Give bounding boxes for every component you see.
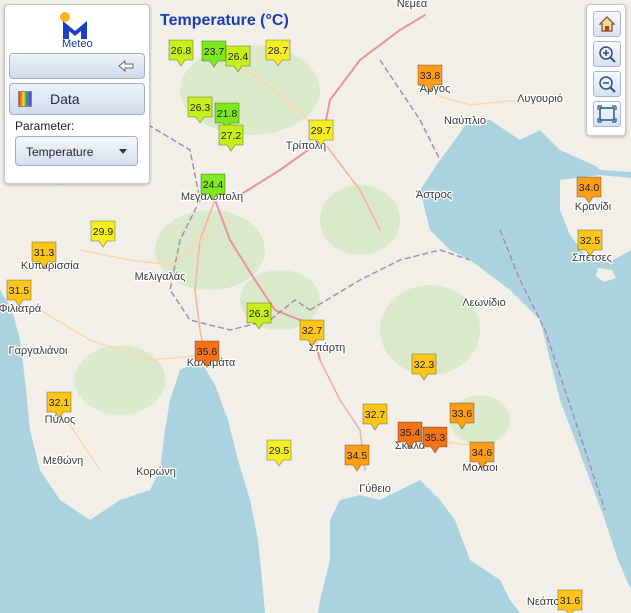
place-label: Κρανίδι bbox=[575, 201, 612, 213]
map-title: Temperature (°C) bbox=[160, 12, 289, 29]
collapse-panel-button[interactable] bbox=[9, 53, 145, 79]
station-value: 32.3 bbox=[414, 359, 435, 371]
place-label: Μεθώνη bbox=[43, 455, 83, 467]
chevron-down-icon bbox=[119, 149, 127, 154]
station-value: 31.3 bbox=[34, 247, 55, 259]
station-value: 34.6 bbox=[472, 447, 493, 459]
station-value: 34.5 bbox=[347, 450, 368, 462]
station-value: 33.8 bbox=[420, 70, 441, 82]
place-label: Ναύπλιο bbox=[444, 115, 486, 127]
station-value: 27.2 bbox=[221, 130, 242, 142]
station-value: 31.5 bbox=[9, 285, 30, 297]
station-value: 26.3 bbox=[249, 308, 270, 320]
logo-text: Meteo bbox=[62, 38, 93, 50]
station-value: 32.7 bbox=[365, 409, 386, 421]
station-value: 32.5 bbox=[580, 235, 601, 247]
arrow-left-icon bbox=[118, 60, 134, 72]
control-panel: Meteo Data Parameter: Temperature bbox=[4, 4, 150, 184]
home-button[interactable] bbox=[593, 11, 621, 37]
station-value: 32.7 bbox=[302, 325, 323, 337]
station-value: 24.4 bbox=[203, 179, 224, 191]
home-icon bbox=[598, 16, 616, 32]
station-value: 21.8 bbox=[217, 108, 238, 120]
station-value: 33.6 bbox=[452, 408, 473, 420]
station-value: 32.1 bbox=[49, 397, 70, 409]
station-value: 35.3 bbox=[425, 432, 446, 444]
place-label: Νεμέα bbox=[397, 0, 428, 10]
color-scale-icon bbox=[18, 91, 32, 107]
map-toolbar bbox=[586, 4, 626, 136]
station-marker[interactable]: 31.6 bbox=[557, 589, 583, 613]
place-label: Κορώνη bbox=[136, 466, 176, 478]
zoom-out-icon bbox=[599, 76, 616, 93]
station-value: 31.6 bbox=[560, 595, 581, 607]
parameter-select[interactable]: Temperature bbox=[15, 136, 138, 166]
place-label: Σπέτσες bbox=[572, 252, 612, 264]
place-label: Άστρος bbox=[416, 189, 452, 201]
station-value: 26.3 bbox=[190, 102, 211, 114]
place-label: Μελιγαλάς bbox=[135, 271, 186, 283]
station-value: 29.9 bbox=[93, 226, 114, 238]
station-value: 29.5 bbox=[269, 445, 290, 457]
station-value: 29.7 bbox=[311, 125, 332, 137]
zoom-in-icon bbox=[599, 46, 616, 63]
station-value: 28.7 bbox=[268, 45, 289, 57]
place-label: Γύθειο bbox=[359, 483, 391, 495]
place-label: Γαργαλιάνοι bbox=[9, 345, 68, 357]
place-label: Λεωνίδιο bbox=[462, 297, 505, 309]
station-value: 26.4 bbox=[228, 51, 249, 63]
full-extent-icon bbox=[597, 105, 617, 123]
data-button[interactable]: Data bbox=[9, 83, 145, 115]
zoom-in-button[interactable] bbox=[593, 41, 621, 67]
station-value: 35.6 bbox=[197, 346, 218, 358]
place-label: Λυγουριό bbox=[517, 93, 563, 105]
full-extent-button[interactable] bbox=[593, 101, 621, 127]
station-value: 26.8 bbox=[171, 45, 192, 57]
station-value: 35.4 bbox=[400, 427, 421, 439]
zoom-out-button[interactable] bbox=[593, 71, 621, 97]
station-value: 23.7 bbox=[204, 46, 225, 58]
place-label: Σπάρτη bbox=[309, 342, 346, 354]
parameter-label: Parameter: bbox=[15, 119, 75, 133]
data-button-label: Data bbox=[50, 91, 80, 107]
parameter-select-value: Temperature bbox=[26, 145, 94, 159]
station-value: 34.0 bbox=[579, 182, 600, 194]
place-label: Φιλιατρά bbox=[0, 303, 42, 315]
